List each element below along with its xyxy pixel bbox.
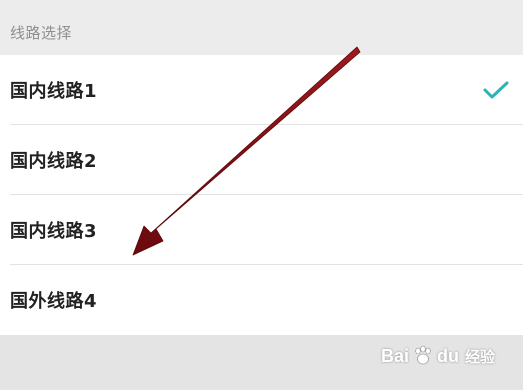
route-list: 国内线路1 国内线路2 国内线路3 国外线路4 [0,55,523,335]
watermark-sub: 经验 [464,348,495,366]
checkmark-icon [483,81,509,99]
section-header: 线路选择 [0,0,523,55]
watermark-brand-part1: Bai [380,345,409,366]
route-item-3[interactable]: 国内线路3 [0,195,523,265]
route-item-2[interactable]: 国内线路2 [0,125,523,195]
route-label: 国内线路2 [10,151,98,172]
watermark: Bai du 经验 [381,344,495,368]
watermark-brand-part2: du [436,345,459,366]
route-label: 国内线路1 [10,81,98,102]
route-item-4[interactable]: 国外线路4 [0,265,523,335]
section-title: 线路选择 [10,24,73,42]
route-label: 国内线路3 [10,221,98,242]
route-label: 国外线路4 [10,291,98,312]
baidu-paw-icon [415,345,431,365]
route-item-1[interactable]: 国内线路1 [0,55,523,125]
